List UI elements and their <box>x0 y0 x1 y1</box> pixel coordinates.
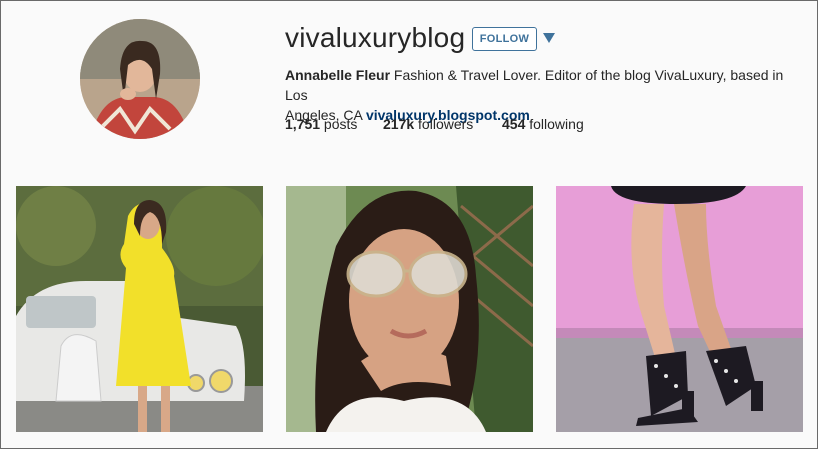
following-count: 454 <box>502 116 526 132</box>
dropdown-triangle-icon[interactable] <box>543 33 555 43</box>
posts-count: 1,751 <box>285 116 321 132</box>
follow-button[interactable]: FOLLOW <box>472 27 537 51</box>
followers-count: 217k <box>383 116 415 132</box>
followers-label: followers <box>414 116 474 132</box>
photo-tile-1[interactable] <box>16 186 263 432</box>
photo-tile-3[interactable] <box>556 186 803 432</box>
photo-tile-2[interactable] <box>286 186 533 432</box>
profile-full-name: Annabelle Fleur <box>285 67 391 83</box>
posts-label: posts <box>320 116 358 132</box>
stat-following[interactable]: 454 following <box>502 116 584 132</box>
profile-avatar[interactable] <box>80 19 200 139</box>
stat-followers[interactable]: 217k followers <box>383 116 473 132</box>
following-label: following <box>525 116 584 132</box>
stat-posts: 1,751 posts <box>285 116 357 132</box>
profile-username: vivaluxuryblog <box>285 22 466 53</box>
